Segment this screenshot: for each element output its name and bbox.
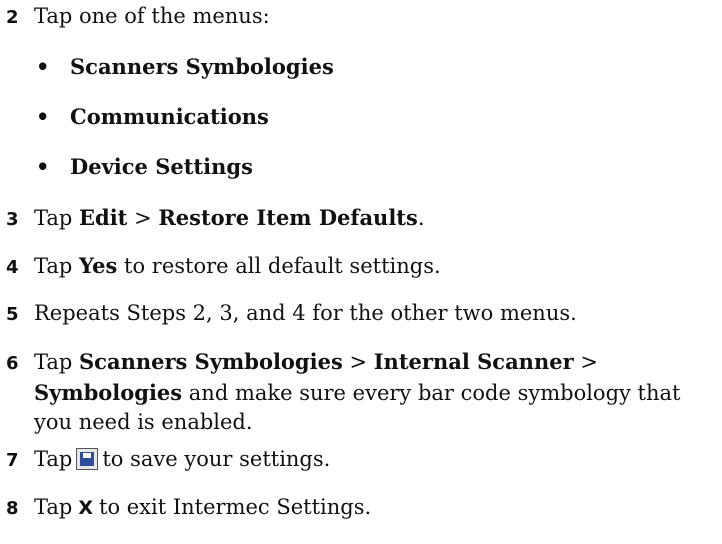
separator: > [342,350,374,374]
step-text: Repeats Steps 2, 3, and 4 for the other … [34,301,577,325]
step-number: 7 [6,450,19,471]
step-text-pre: Tap [34,206,80,230]
step-continuation: Symbologies and make sure every bar code… [6,378,706,408]
bullet-text: Communications [70,104,269,129]
step-text-pre: Tap [34,447,73,471]
menu-symbologies: Symbologies [34,380,183,405]
close-icon: X [78,497,93,519]
menu-scanners-symbologies: Scanners Symbologies [79,349,343,374]
step-2: 2 Tap one of the menus: [6,2,706,32]
bullet-glyph: • [36,104,50,129]
bullet-glyph: • [36,154,50,179]
step-number: 3 [6,209,19,230]
menu-restore-item-defaults: Restore Item Defaults [158,205,418,230]
menu-edit: Edit [79,205,128,230]
step-4: 4 Tap Yes to restore all default settings… [6,251,706,282]
step-5: 5 Repeats Steps 2, 3, and 4 for the other… [6,299,706,329]
bullet-item: • Scanners Symbologies [36,52,334,81]
bullet-glyph: • [36,54,50,79]
step-6: 6 Tap Scanners Symbologies > Internal Sca… [6,347,706,437]
step-text-post: to restore all default settings. [117,254,441,278]
step-text-line2: and make sure every bar code symbology t… [182,381,681,405]
bullet-item: • Communications [36,102,269,131]
step-number: 5 [6,304,19,325]
step-text: Tap one of the menus: [34,4,270,28]
step-number: 2 [6,7,19,28]
step-number: 6 [6,353,19,374]
step-text-post: to save your settings. [102,447,331,471]
bullet-item: • Device Settings [36,152,253,181]
step-text-line3: you need is enabled. [34,410,253,434]
step-text-post: . [417,206,425,230]
step-number: 4 [6,257,19,278]
step-text-post: to exit Intermec Settings. [99,495,372,519]
bullet-text: Device Settings [70,154,253,179]
separator: > [573,350,598,374]
step-text-pre: Tap [34,495,73,519]
separator: > [127,206,159,230]
save-icon [76,448,99,470]
yes-label: Yes [79,253,118,278]
menu-internal-scanner: Internal Scanner [373,349,574,374]
bullet-text: Scanners Symbologies [70,54,334,79]
step-7: 7 Tap to save your settings. [6,445,706,475]
step-text-pre: Tap [34,350,80,374]
step-text-pre: Tap [34,254,80,278]
step-number: 8 [6,498,19,519]
step-8: 8 Tap Xto exit Intermec Settings. [6,493,706,523]
step-3: 3 Tap Edit > Restore Item Defaults. [6,203,706,234]
document-page: 2 Tap one of the menus: • Scanners Symbolo… [0,0,722,544]
